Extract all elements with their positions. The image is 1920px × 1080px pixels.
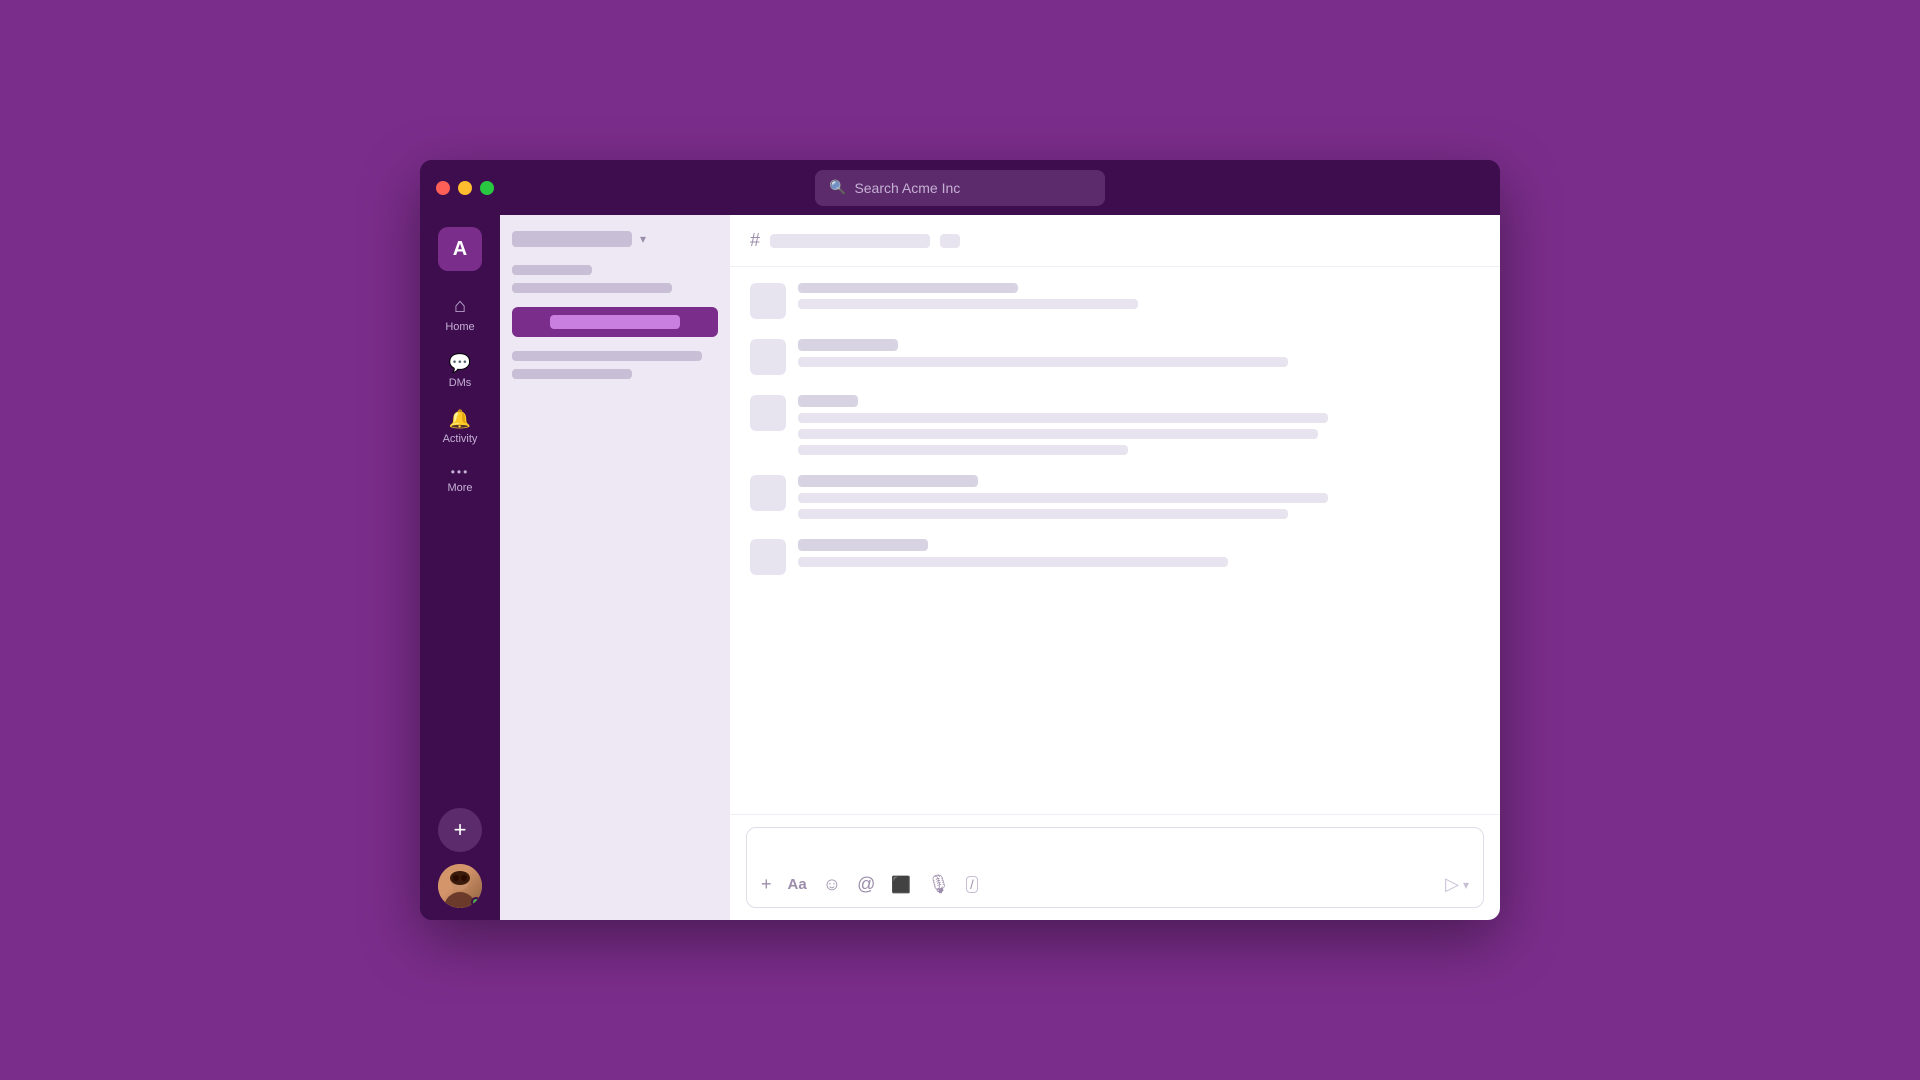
skeleton-name — [798, 395, 858, 407]
close-button[interactable] — [436, 181, 450, 195]
minimize-button[interactable] — [458, 181, 472, 195]
window-controls — [436, 181, 494, 195]
search-icon: 🔍 — [829, 179, 846, 196]
send-button[interactable]: ▷ ▾ — [1445, 874, 1469, 895]
skeleton-line — [798, 299, 1138, 309]
user-avatar[interactable] — [438, 864, 482, 908]
message-content — [798, 475, 1480, 519]
message-content — [798, 283, 1480, 309]
skeleton-line — [798, 357, 1288, 367]
avatar — [750, 339, 786, 375]
avatar — [750, 539, 786, 575]
channel-sidebar: ▾ — [500, 215, 730, 920]
skeleton-name — [798, 339, 898, 351]
chat-area: # — [730, 215, 1500, 920]
sidebar-section-top — [512, 261, 718, 297]
home-label: Home — [445, 321, 474, 333]
table-row — [750, 539, 1480, 575]
more-label: More — [447, 482, 472, 494]
avatar — [750, 475, 786, 511]
workspace-name-skeleton — [512, 231, 632, 247]
skeleton-line — [798, 283, 1018, 293]
sidebar-item-dms[interactable]: 💬 DMs — [428, 345, 492, 397]
online-status-dot — [471, 897, 481, 907]
slash-command-icon[interactable]: / — [966, 876, 978, 893]
send-icon: ▷ — [1445, 874, 1459, 895]
skeleton-channel-2 — [512, 369, 632, 379]
add-attachment-icon[interactable]: + — [761, 874, 772, 895]
message-content — [798, 539, 1480, 567]
skeleton-item-2 — [512, 283, 672, 293]
skeleton-line — [798, 557, 1228, 567]
app-window: 🔍 Search Acme Inc A ⌂ Home 💬 DMs 🔔 Activ… — [420, 160, 1500, 920]
skeleton-name — [798, 539, 928, 551]
avatar — [750, 395, 786, 431]
maximize-button[interactable] — [480, 181, 494, 195]
search-placeholder: Search Acme Inc — [854, 180, 960, 196]
active-channel-skeleton — [550, 315, 680, 329]
channel-hash-icon: # — [750, 230, 760, 251]
skeleton-line — [798, 429, 1318, 439]
message-content — [798, 395, 1480, 455]
nav-sidebar: A ⌂ Home 💬 DMs 🔔 Activity ••• More + — [420, 215, 500, 920]
message-input-box[interactable]: + Aa ☺ @ ⬛ 🎙 / ▷ ▾ — [746, 827, 1484, 908]
table-row — [750, 475, 1480, 519]
search-bar[interactable]: 🔍 Search Acme Inc — [815, 170, 1105, 206]
workspace-dropdown-icon[interactable]: ▾ — [640, 232, 646, 246]
sidebar-item-more[interactable]: ••• More — [428, 457, 492, 502]
messages-area — [730, 267, 1500, 814]
channel-name-skeleton — [770, 234, 930, 248]
dms-icon: 💬 — [449, 353, 471, 374]
channel-dropdown-skeleton — [940, 234, 960, 248]
message-text-input[interactable] — [761, 840, 1469, 864]
workspace-avatar[interactable]: A — [438, 227, 482, 271]
table-row — [750, 395, 1480, 455]
input-toolbar: + Aa ☺ @ ⬛ 🎙 / ▷ ▾ — [761, 874, 1469, 895]
mic-icon[interactable]: 🎙 — [927, 874, 950, 895]
add-button[interactable]: + — [438, 808, 482, 852]
table-row — [750, 339, 1480, 375]
emoji-icon[interactable]: ☺ — [823, 874, 841, 895]
sidebar-item-activity[interactable]: 🔔 Activity — [428, 401, 492, 453]
title-bar: 🔍 Search Acme Inc — [420, 160, 1500, 215]
send-dropdown-icon[interactable]: ▾ — [1463, 878, 1469, 892]
skeleton-name — [798, 475, 978, 487]
active-channel-item[interactable] — [512, 307, 718, 337]
activity-label: Activity — [443, 433, 478, 445]
mention-icon[interactable]: @ — [857, 874, 875, 895]
activity-icon: 🔔 — [449, 409, 471, 430]
format-text-icon[interactable]: Aa — [788, 876, 807, 893]
skeleton-item-1 — [512, 265, 592, 275]
more-icon: ••• — [451, 465, 470, 479]
table-row — [750, 283, 1480, 319]
sidebar-header: ▾ — [512, 231, 718, 247]
main-content: A ⌂ Home 💬 DMs 🔔 Activity ••• More + — [420, 215, 1500, 920]
dms-label: DMs — [449, 377, 472, 389]
chat-header: # — [730, 215, 1500, 267]
skeleton-line — [798, 493, 1328, 503]
skeleton-line — [798, 413, 1328, 423]
video-icon[interactable]: ⬛ — [891, 875, 911, 895]
skeleton-channel-1 — [512, 351, 702, 361]
skeleton-line — [798, 509, 1288, 519]
message-input-area: + Aa ☺ @ ⬛ 🎙 / ▷ ▾ — [730, 814, 1500, 920]
sidebar-item-home[interactable]: ⌂ Home — [428, 287, 492, 341]
skeleton-line — [798, 445, 1128, 455]
message-content — [798, 339, 1480, 367]
sidebar-section-channels — [512, 347, 718, 383]
home-icon: ⌂ — [454, 295, 466, 318]
avatar — [750, 283, 786, 319]
